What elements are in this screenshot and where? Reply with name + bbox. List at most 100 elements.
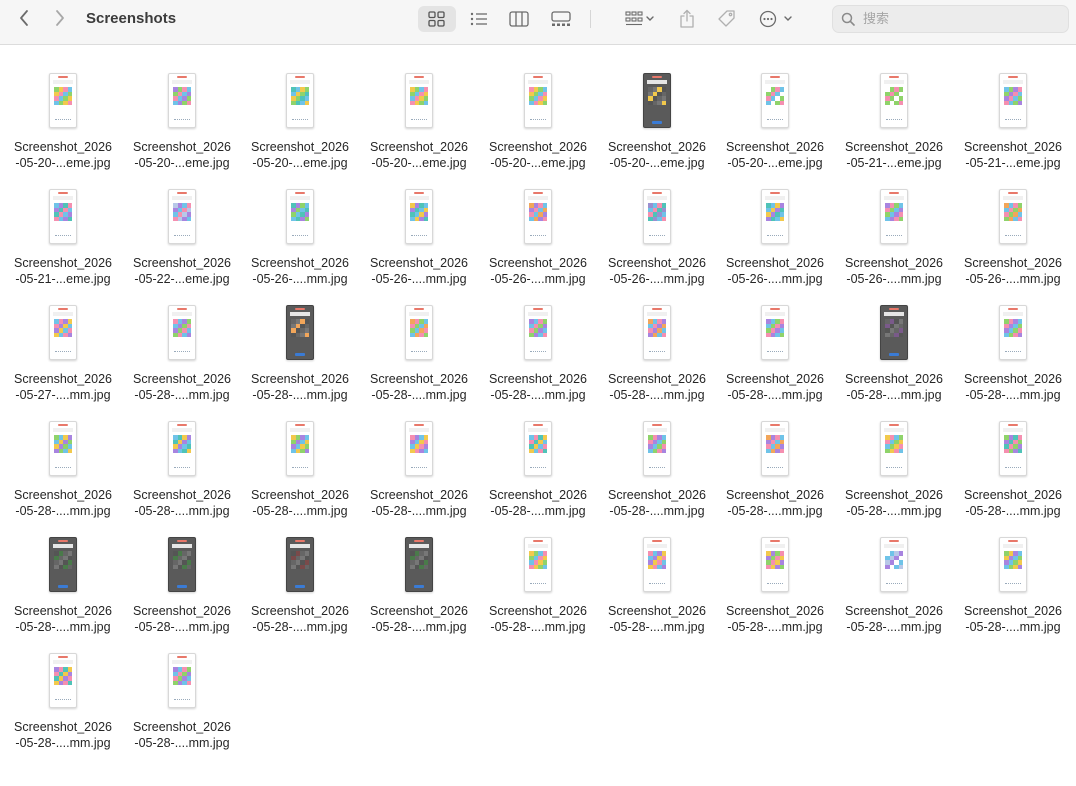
file-item[interactable]: Screenshot_2026 -05-20-...eme.jpg xyxy=(716,70,834,174)
thumbnail-footer xyxy=(886,119,902,123)
thumbnail-tile-grid xyxy=(173,87,191,105)
file-name-line: Screenshot_2026 xyxy=(964,140,1062,154)
file-item[interactable]: Screenshot_2026 -05-28-....mm.jpg xyxy=(360,302,478,406)
file-item[interactable]: Screenshot_2026 -05-20-...eme.jpg xyxy=(123,70,241,174)
thumbnail-tile xyxy=(661,216,666,221)
file-item[interactable]: Screenshot_2026 -05-20-...eme.jpg xyxy=(360,70,478,174)
file-item[interactable]: Screenshot_2026 -05-28-....mm.jpg xyxy=(123,650,241,754)
file-thumbnail xyxy=(999,73,1027,128)
file-item[interactable]: Screenshot_2026 -05-28-....mm.jpg xyxy=(4,534,122,638)
file-name-line: -05-28-....mm.jpg xyxy=(371,504,467,518)
thumbnail-header xyxy=(889,192,899,194)
group-by-button[interactable] xyxy=(618,6,662,32)
file-item[interactable]: Screenshot_2026 -05-28-....mm.jpg xyxy=(716,418,834,522)
search-field[interactable] xyxy=(832,5,1069,33)
thumbnail-tile xyxy=(423,216,428,221)
icon-view-button[interactable] xyxy=(418,6,456,32)
file-item[interactable]: Screenshot_2026 -05-21-...eme.jpg xyxy=(954,70,1072,174)
file-item[interactable]: Screenshot_2026 -05-28-....mm.jpg xyxy=(123,534,241,638)
list-view-button[interactable] xyxy=(460,6,498,32)
file-item[interactable]: Screenshot_2026 -05-28-....mm.jpg xyxy=(241,418,359,522)
file-item[interactable]: Screenshot_2026 -05-28-....mm.jpg xyxy=(954,418,1072,522)
file-name: Screenshot_2026 -05-28-....mm.jpg xyxy=(241,487,359,519)
file-thumbnail xyxy=(405,305,433,360)
file-item[interactable]: Screenshot_2026 -05-28-....mm.jpg xyxy=(835,418,953,522)
thumbnail-header xyxy=(414,76,424,78)
file-name-line: Screenshot_2026 xyxy=(14,372,112,386)
file-name-line: Screenshot_2026 xyxy=(845,256,943,270)
thumbnail-footer xyxy=(1005,351,1021,355)
thumbnail-banner xyxy=(1003,428,1023,432)
thumbnail-tile xyxy=(779,332,784,337)
file-name-line: Screenshot_2026 xyxy=(608,604,706,618)
forward-button[interactable] xyxy=(50,0,70,36)
file-item[interactable]: Screenshot_2026 -05-28-....mm.jpg xyxy=(4,418,122,522)
file-thumbnail xyxy=(999,305,1027,360)
ellipsis-icon xyxy=(759,10,792,28)
file-item[interactable]: Screenshot_2026 -05-20-...eme.jpg xyxy=(241,70,359,174)
file-item[interactable]: Screenshot_2026 -05-26-....mm.jpg xyxy=(835,186,953,290)
file-name-line: Screenshot_2026 xyxy=(726,140,824,154)
share-button[interactable] xyxy=(668,6,706,32)
thumbnail-header xyxy=(889,424,899,426)
file-item[interactable]: Screenshot_2026 -05-28-....mm.jpg xyxy=(835,534,953,638)
file-item[interactable]: Screenshot_2026 -05-28-....mm.jpg xyxy=(716,302,834,406)
thumbnail-footer xyxy=(411,351,427,355)
file-thumbnail xyxy=(405,421,433,476)
file-item[interactable]: Screenshot_2026 -05-22-...eme.jpg xyxy=(123,186,241,290)
file-item[interactable]: Screenshot_2026 -05-20-...eme.jpg xyxy=(598,70,716,174)
file-item[interactable]: Screenshot_2026 -05-20-...eme.jpg xyxy=(479,70,597,174)
file-item[interactable]: Screenshot_2026 -05-28-....mm.jpg xyxy=(360,418,478,522)
file-thumbnail xyxy=(49,653,77,708)
thumbnail-tile xyxy=(304,448,309,453)
file-item[interactable]: Screenshot_2026 -05-28-....mm.jpg xyxy=(123,302,241,406)
file-item[interactable]: Screenshot_2026 -05-28-....mm.jpg xyxy=(241,302,359,406)
thumbnail-banner xyxy=(884,80,904,84)
file-item[interactable]: Screenshot_2026 -05-28-....mm.jpg xyxy=(123,418,241,522)
file-item[interactable]: Screenshot_2026 -05-21-...eme.jpg xyxy=(4,186,122,290)
file-item[interactable]: Screenshot_2026 -05-28-....mm.jpg xyxy=(479,418,597,522)
tag-button[interactable] xyxy=(708,6,746,32)
file-name-line: -05-28-....mm.jpg xyxy=(609,620,705,634)
file-item[interactable]: Screenshot_2026 -05-28-....mm.jpg xyxy=(598,418,716,522)
file-name-line: -05-20-...eme.jpg xyxy=(490,156,586,170)
file-item[interactable]: Screenshot_2026 -05-28-....mm.jpg xyxy=(835,302,953,406)
gallery-view-button[interactable] xyxy=(542,6,580,32)
more-actions-button[interactable] xyxy=(756,6,796,32)
file-item[interactable]: Screenshot_2026 -05-28-....mm.jpg xyxy=(479,302,597,406)
file-name-line: -05-20-...eme.jpg xyxy=(609,156,705,170)
file-item[interactable]: Screenshot_2026 -05-20-...eme.jpg xyxy=(4,70,122,174)
file-item[interactable]: Screenshot_2026 -05-21-...eme.jpg xyxy=(835,70,953,174)
file-item[interactable]: Screenshot_2026 -05-28-....mm.jpg xyxy=(598,534,716,638)
thumbnail-footer xyxy=(292,119,308,123)
thumbnail-tile-grid xyxy=(410,435,428,453)
file-item[interactable]: Screenshot_2026 -05-26-....mm.jpg xyxy=(716,186,834,290)
file-item[interactable]: Screenshot_2026 -05-26-....mm.jpg xyxy=(479,186,597,290)
file-item[interactable]: Screenshot_2026 -05-27-....mm.jpg xyxy=(4,302,122,406)
file-name-line: -05-26-....mm.jpg xyxy=(609,272,705,286)
thumbnail-header xyxy=(770,424,780,426)
file-item[interactable]: Screenshot_2026 -05-28-....mm.jpg xyxy=(241,534,359,638)
file-item[interactable]: Screenshot_2026 -05-28-....mm.jpg xyxy=(954,534,1072,638)
file-name-line: -05-20-...eme.jpg xyxy=(252,156,348,170)
file-item[interactable]: Screenshot_2026 -05-26-....mm.jpg xyxy=(360,186,478,290)
file-item[interactable]: Screenshot_2026 -05-28-....mm.jpg xyxy=(716,534,834,638)
file-item[interactable]: Screenshot_2026 -05-28-....mm.jpg xyxy=(479,534,597,638)
file-name: Screenshot_2026 -05-28-....mm.jpg xyxy=(360,603,478,635)
thumbnail-footer xyxy=(55,119,71,123)
file-item[interactable]: Screenshot_2026 -05-26-....mm.jpg xyxy=(241,186,359,290)
back-button[interactable] xyxy=(14,0,34,36)
column-view-button[interactable] xyxy=(500,6,538,32)
search-input[interactable] xyxy=(861,10,1055,28)
file-item[interactable]: Screenshot_2026 -05-26-....mm.jpg xyxy=(598,186,716,290)
file-item[interactable]: Screenshot_2026 -05-28-....mm.jpg xyxy=(598,302,716,406)
file-item[interactable]: Screenshot_2026 -05-28-....mm.jpg xyxy=(954,302,1072,406)
thumbnail-footer xyxy=(174,699,190,703)
file-item[interactable]: Screenshot_2026 -05-28-....mm.jpg xyxy=(360,534,478,638)
thumbnail-tile-grid xyxy=(885,203,903,221)
file-item[interactable]: Screenshot_2026 -05-26-....mm.jpg xyxy=(954,186,1072,290)
file-item[interactable]: Screenshot_2026 -05-28-....mm.jpg xyxy=(4,650,122,754)
file-name-line: Screenshot_2026 xyxy=(489,488,587,502)
file-name-line: -05-28-....mm.jpg xyxy=(490,504,586,518)
file-thumbnail xyxy=(168,421,196,476)
